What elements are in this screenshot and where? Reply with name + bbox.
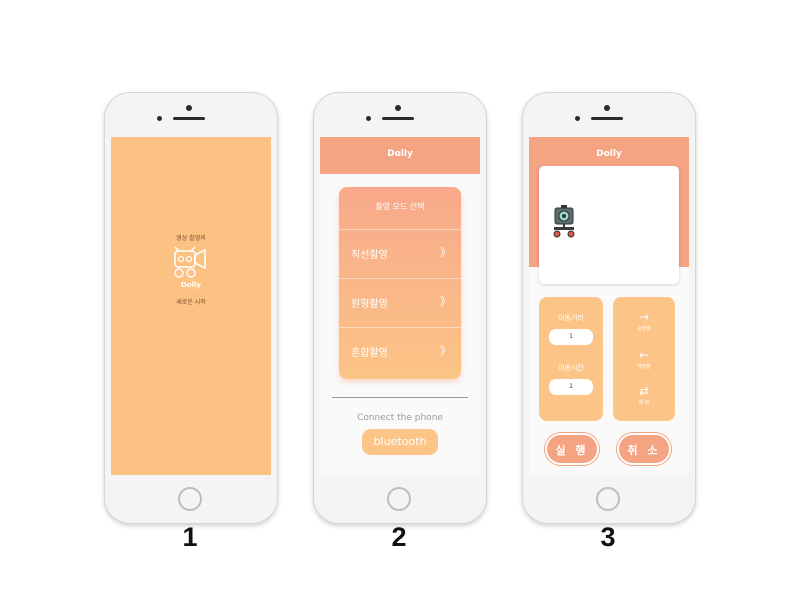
splash-screen: 영상 촬영의 Dolly 새로운 시작 bbox=[111, 137, 271, 475]
screen-label-1: 1 bbox=[182, 522, 198, 552]
direction-label: 순방향 bbox=[637, 326, 651, 332]
phone-1: 영상 촬영의 Dolly 새로운 시작 bbox=[104, 92, 278, 524]
earpiece-speaker bbox=[382, 117, 414, 120]
arrow-right-icon: → bbox=[638, 310, 650, 324]
direction-panel: → 순방향 ← 역방향 ⇄ 왕 복 bbox=[613, 297, 675, 421]
phone-3: Dolly 이동거리 1 이동시간 1 → 순방향 ← 역방향 ⇄ 왕 복 실 … bbox=[522, 92, 696, 524]
distance-input[interactable]: 1 bbox=[549, 329, 593, 345]
direction-forward[interactable]: → 순방향 bbox=[613, 311, 675, 332]
time-label: 이동시간 bbox=[558, 364, 584, 372]
dolly-logo-icon bbox=[174, 246, 206, 278]
cancel-button[interactable]: 취 소 bbox=[617, 433, 671, 465]
earpiece-speaker bbox=[173, 117, 205, 120]
divider bbox=[332, 397, 468, 398]
move-settings-panel: 이동거리 1 이동시간 1 bbox=[539, 297, 603, 421]
home-button[interactable] bbox=[387, 487, 411, 511]
connect-text: Connect the phone bbox=[357, 413, 443, 423]
mode-item-label: 직선촬영 bbox=[351, 250, 388, 261]
sensor bbox=[575, 116, 580, 121]
mode-item-linear[interactable]: 직선촬영 》 bbox=[339, 229, 461, 274]
home-button[interactable] bbox=[596, 487, 620, 511]
earpiece-speaker bbox=[591, 117, 623, 120]
camera-dolly-icon bbox=[553, 205, 575, 238]
arrow-left-icon: ← bbox=[638, 348, 650, 362]
time-input[interactable]: 1 bbox=[549, 379, 593, 395]
app-title: Dolly bbox=[387, 149, 413, 159]
run-button[interactable]: 실 행 bbox=[545, 433, 599, 465]
mode-select-card: 촬영 모드 선택 직선촬영 》 원형촬영 》 혼합촬영 》 bbox=[339, 187, 461, 379]
home-button[interactable] bbox=[178, 487, 202, 511]
mode-item-mixed[interactable]: 혼합촬영 》 bbox=[339, 327, 461, 372]
sensor bbox=[157, 116, 162, 121]
app-title: Dolly bbox=[596, 149, 622, 159]
chevron-right-icon: 》 bbox=[440, 295, 451, 308]
splash-tagline-bottom: 새로운 시작 bbox=[176, 299, 206, 306]
direction-roundtrip[interactable]: ⇄ 왕 복 bbox=[613, 385, 675, 406]
mode-card-title: 촬영 모드 선택 bbox=[375, 202, 425, 211]
direction-reverse[interactable]: ← 역방향 bbox=[613, 349, 675, 370]
mode-select-screen: Dolly 촬영 모드 선택 직선촬영 》 원형촬영 》 혼합촬영 》 Conn… bbox=[320, 137, 480, 475]
mode-item-label: 원형촬영 bbox=[351, 299, 388, 310]
app-header: Dolly bbox=[320, 137, 480, 174]
front-camera bbox=[604, 105, 610, 111]
front-camera bbox=[395, 105, 401, 111]
screen-label-2: 2 bbox=[391, 522, 407, 552]
mode-item-circular[interactable]: 원형촬영 》 bbox=[339, 278, 461, 323]
front-camera bbox=[186, 105, 192, 111]
distance-label: 이동거리 bbox=[558, 314, 584, 322]
direction-label: 역방향 bbox=[637, 364, 651, 370]
chevron-right-icon: 》 bbox=[440, 344, 451, 357]
phone-2: Dolly 촬영 모드 선택 직선촬영 》 원형촬영 》 혼합촬영 》 Conn… bbox=[313, 92, 487, 524]
chevron-right-icon: 》 bbox=[440, 246, 451, 259]
arrows-swap-icon: ⇄ bbox=[638, 384, 650, 398]
dolly-preview bbox=[539, 166, 679, 284]
control-screen: Dolly 이동거리 1 이동시간 1 → 순방향 ← 역방향 ⇄ 왕 복 실 … bbox=[529, 137, 689, 475]
direction-label: 왕 복 bbox=[638, 400, 650, 406]
bluetooth-button[interactable]: bluetooth bbox=[362, 429, 438, 455]
splash-tagline-top: 영상 촬영의 bbox=[176, 235, 206, 242]
screen-label-3: 3 bbox=[600, 522, 616, 552]
splash-brand: Dolly bbox=[181, 281, 201, 289]
sensor bbox=[366, 116, 371, 121]
mode-item-label: 혼합촬영 bbox=[351, 348, 388, 359]
